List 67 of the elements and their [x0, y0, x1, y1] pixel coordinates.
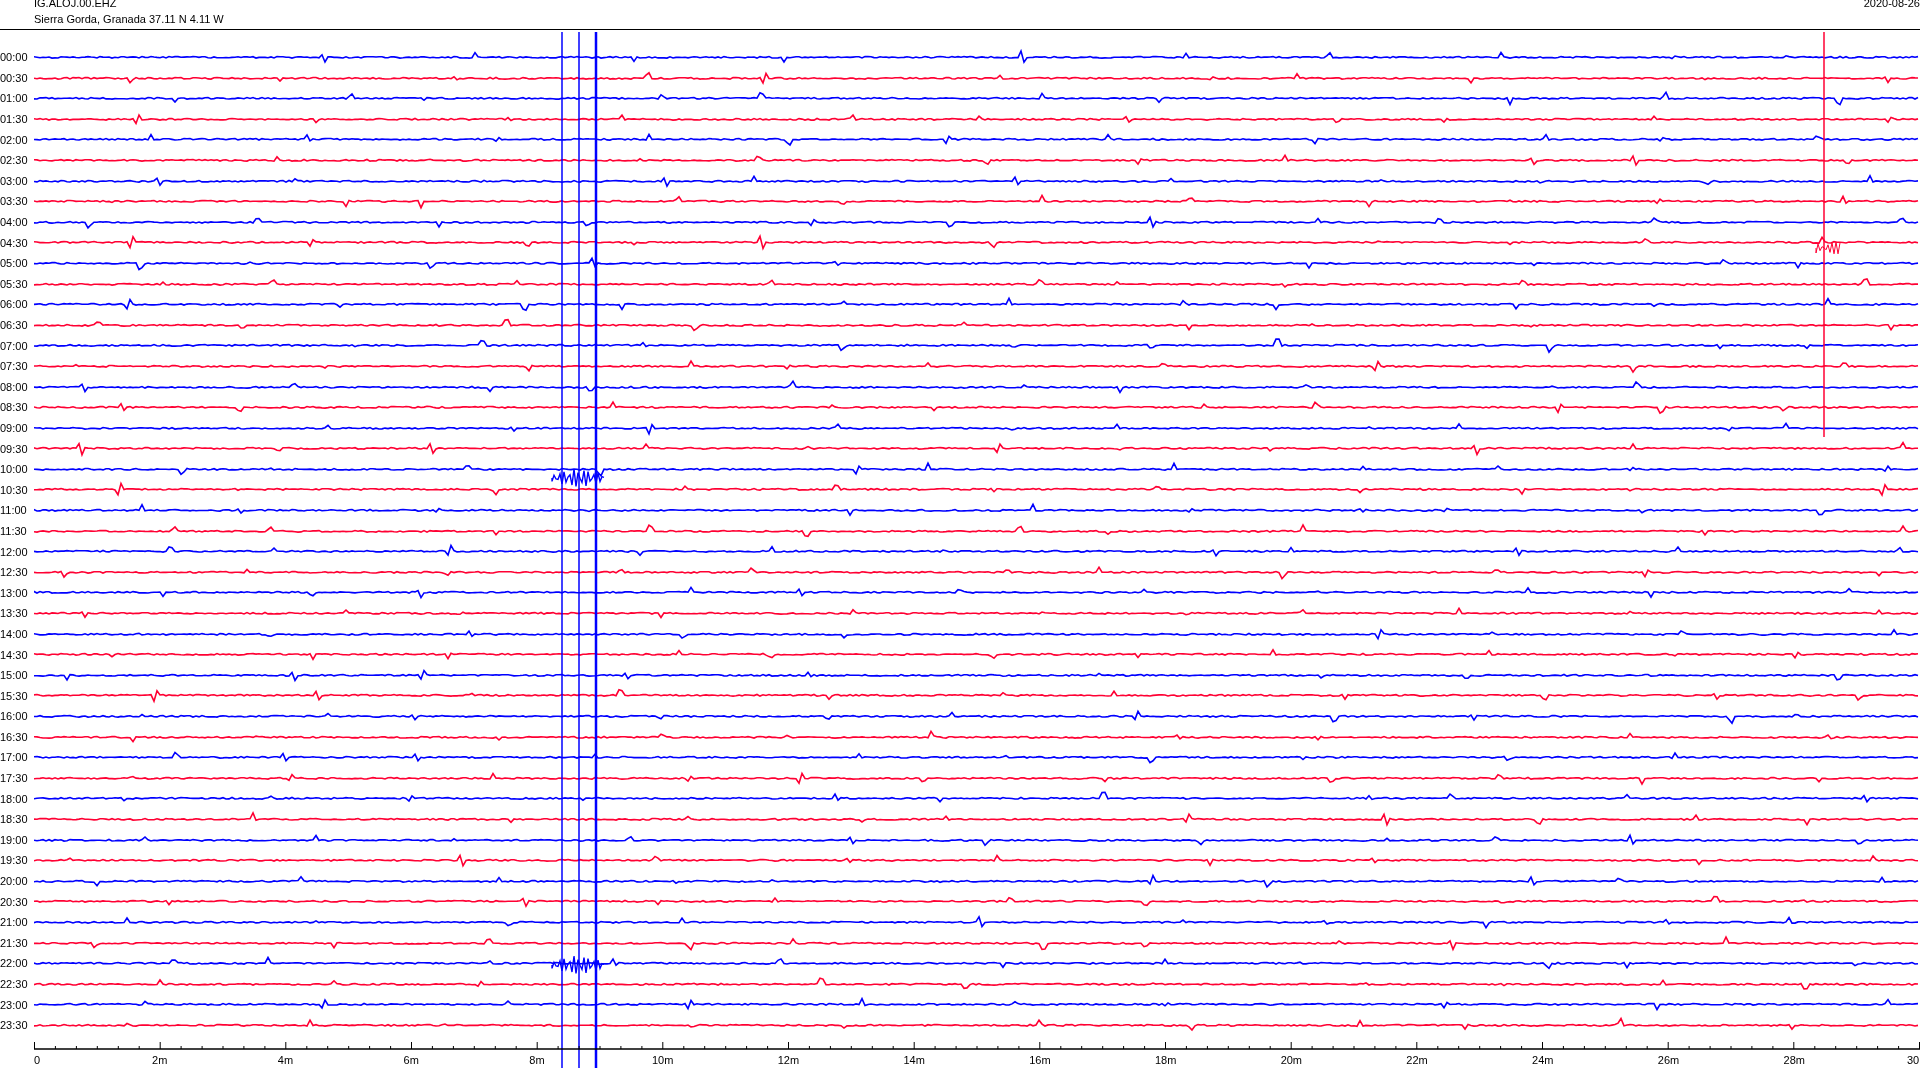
axis-tick-label: 18m	[1154, 1054, 1177, 1066]
axis-tick-label: 2m	[152, 1054, 168, 1066]
time-label: 02:30	[0, 154, 29, 167]
time-label: 08:00	[0, 380, 29, 393]
time-label: 18:30	[0, 813, 29, 826]
time-label: 05:00	[0, 257, 29, 270]
axis-tick-label: 6m	[403, 1054, 419, 1066]
time-label: 20:00	[0, 875, 29, 888]
station-location: Sierra Gorda, Granada 37.11 N 4.11 W	[34, 13, 224, 26]
time-label: 22:00	[0, 957, 29, 970]
time-label: 01:00	[0, 92, 29, 105]
time-label: 02:00	[0, 133, 29, 146]
axis-tick-label: 24m	[1532, 1054, 1554, 1066]
time-label: 11:00	[0, 504, 28, 517]
time-label: 03:30	[0, 195, 29, 208]
time-label: 18:00	[0, 792, 29, 805]
time-label: 07:30	[0, 360, 29, 373]
time-label: 08:30	[0, 401, 29, 414]
time-label: 09:00	[0, 422, 29, 434]
axis-tick-label: 28m	[1783, 1054, 1805, 1066]
axis-tick-label: 8m	[529, 1054, 545, 1066]
time-label: 16:30	[0, 730, 29, 743]
axis-tick-label: 10m	[651, 1054, 674, 1066]
axis-tick-label: 26m	[1657, 1054, 1680, 1066]
axis-tick-label: 0	[33, 1054, 41, 1066]
time-label: 10:00	[0, 463, 29, 476]
time-label: 15:00	[0, 669, 29, 682]
time-label: 21:30	[0, 936, 29, 949]
time-label: 12:30	[0, 566, 29, 579]
axis-tick-label: 20m	[1280, 1054, 1303, 1066]
time-label: 13:30	[0, 607, 29, 620]
axis-tick-label: 14m	[903, 1054, 925, 1066]
date-label: 2020-08-26	[1863, 0, 1920, 10]
time-label: 01:30	[0, 113, 29, 126]
station-code: IG.ALOJ.00.EHZ	[34, 0, 117, 10]
time-label: 14:30	[0, 648, 29, 661]
time-label: 23:00	[0, 998, 29, 1011]
axis-tick-label: 22m	[1406, 1054, 1428, 1066]
time-label: 15:30	[0, 689, 29, 702]
axis-tick-label: 30	[1906, 1054, 1920, 1066]
time-label: 04:00	[0, 216, 29, 229]
time-label: 00:00	[0, 51, 29, 64]
time-label: 12:00	[0, 545, 29, 558]
time-label: 19:30	[0, 854, 29, 867]
time-label: 20:30	[0, 895, 29, 908]
time-label: 09:30	[0, 442, 29, 455]
axis-tick-label: 12m	[777, 1054, 800, 1066]
time-label: 10:30	[0, 483, 29, 496]
time-label: 00:30	[0, 71, 29, 84]
time-label: 13:00	[0, 586, 29, 599]
time-label: 06:30	[0, 319, 29, 331]
time-label: 22:30	[0, 978, 29, 990]
time-label: 03:00	[0, 174, 29, 187]
time-label: 21:00	[0, 916, 29, 929]
time-label: 17:00	[0, 751, 29, 764]
time-label: 16:00	[0, 710, 29, 723]
time-label: 17:30	[0, 772, 29, 785]
time-label: 07:00	[0, 339, 29, 352]
time-label: 11:30	[0, 524, 28, 537]
axis-tick-label: 4m	[277, 1054, 294, 1066]
axis-tick-label: 16m	[1029, 1054, 1051, 1066]
time-label: 19:00	[0, 833, 29, 846]
time-label: 14:00	[0, 627, 29, 640]
time-label: 23:30	[0, 1019, 29, 1032]
time-label: 04:30	[0, 236, 29, 249]
time-label: 06:00	[0, 298, 29, 311]
time-label: 05:30	[0, 277, 29, 290]
